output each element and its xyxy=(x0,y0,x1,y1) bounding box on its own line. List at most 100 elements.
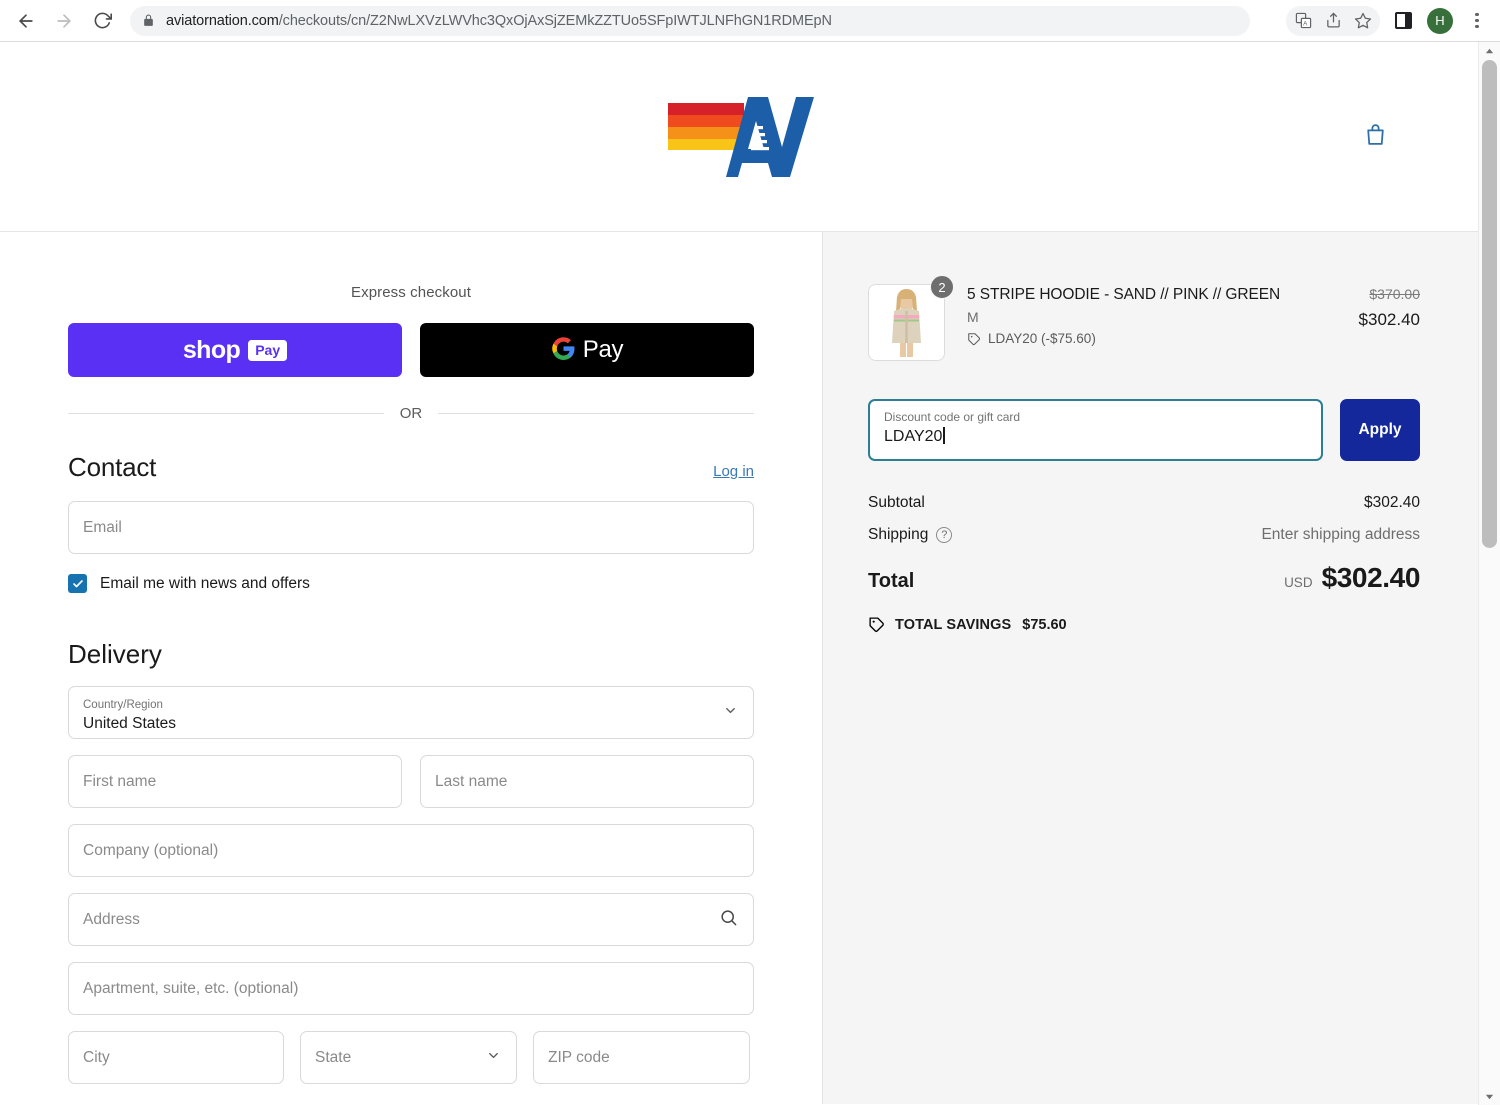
product-thumbnail-wrap: 2 xyxy=(868,275,954,361)
scroll-up-arrow-icon[interactable] xyxy=(1479,42,1500,60)
order-totals: Subtotal $302.40 Shipping ? Enter shippi… xyxy=(868,494,1420,633)
page-viewport: Express checkout shop Pay Pay OR Contact… xyxy=(0,42,1500,1105)
total-currency: USD xyxy=(1284,575,1313,590)
apartment-placeholder: Apartment, suite, etc. (optional) xyxy=(83,979,299,997)
shipping-row: Shipping ? Enter shipping address xyxy=(868,526,1420,544)
original-price: $370.00 xyxy=(1369,286,1420,302)
aviator-nation-logo[interactable] xyxy=(664,91,814,183)
browser-nav-buttons xyxy=(10,5,118,37)
or-label: OR xyxy=(399,405,423,422)
url-path: /checkouts/cn/Z2NwLXVzLWVhc3QxOjAxSjZEMk… xyxy=(278,12,832,29)
back-arrow-icon[interactable] xyxy=(10,5,42,37)
order-line-item: 2 5 STRIPE HOODIE - SAND // PINK // GREE… xyxy=(868,275,1420,361)
lock-icon xyxy=(142,14,155,27)
three-dot-menu-icon[interactable] xyxy=(1462,6,1492,36)
contact-header: Contact Log in xyxy=(68,452,754,483)
avatar[interactable]: H xyxy=(1427,7,1453,34)
address-bar[interactable]: aviatornation.com/checkouts/cn/Z2NwLXVzL… xyxy=(130,5,1250,36)
quantity-badge: 2 xyxy=(930,275,954,299)
reload-icon[interactable] xyxy=(86,5,118,37)
search-icon[interactable] xyxy=(719,908,738,932)
company-placeholder: Company (optional) xyxy=(83,841,219,859)
express-checkout-label: Express checkout xyxy=(351,284,471,301)
checkout-form-column: Express checkout shop Pay Pay OR Contact… xyxy=(0,232,822,1104)
order-summary-column: 2 5 STRIPE HOODIE - SAND // PINK // GREE… xyxy=(822,232,1478,1104)
city-state-zip-row: City State ZIP code xyxy=(68,1031,754,1084)
city-placeholder: City xyxy=(83,1048,110,1066)
url-text: aviatornation.com/checkouts/cn/Z2NwLXVzL… xyxy=(166,13,832,29)
address-placeholder: Address xyxy=(83,910,140,928)
city-cell: City xyxy=(68,1031,284,1084)
contact-title: Contact xyxy=(68,452,157,482)
newsletter-checkbox[interactable] xyxy=(68,574,87,593)
newsletter-checkbox-row[interactable]: Email me with news and offers xyxy=(68,574,754,593)
zip-code-placeholder: ZIP code xyxy=(548,1048,610,1066)
tag-icon xyxy=(967,332,981,346)
shipping-value: Enter shipping address xyxy=(1261,526,1420,543)
question-mark-icon[interactable]: ? xyxy=(936,527,953,543)
newsletter-label: Email me with news and offers xyxy=(100,574,310,592)
google-pay-button[interactable]: Pay xyxy=(420,323,754,377)
last-name-placeholder: Last name xyxy=(435,772,508,790)
country-region-select[interactable]: Country/Region United States xyxy=(68,686,754,739)
line-item-prices: $370.00 $302.40 xyxy=(1359,284,1420,330)
total-value: $302.40 xyxy=(1321,562,1421,593)
state-placeholder: State xyxy=(315,1048,352,1066)
chevron-down-icon xyxy=(723,703,738,723)
subtotal-row: Subtotal $302.40 xyxy=(868,494,1420,512)
checkout-layout: Express checkout shop Pay Pay OR Contact… xyxy=(0,232,1478,1104)
email-placeholder: Email xyxy=(83,518,122,536)
side-panel-icon[interactable] xyxy=(1388,6,1418,36)
page-scrollbar[interactable] xyxy=(1478,42,1500,1105)
omnibox-action-pill: A xyxy=(1286,5,1380,36)
divider-line-left xyxy=(68,413,384,414)
total-amount-wrap: USD $302.40 xyxy=(1284,562,1420,594)
first-name-field[interactable]: First name xyxy=(68,755,402,808)
city-field[interactable]: City xyxy=(68,1031,284,1084)
apply-discount-button[interactable]: Apply xyxy=(1340,399,1420,461)
browser-toolbar-actions: A H xyxy=(1286,0,1492,41)
shopping-bag-icon[interactable] xyxy=(1363,121,1388,153)
google-g-icon xyxy=(551,336,576,364)
state-select[interactable]: State xyxy=(300,1031,517,1084)
subtotal-value: $302.40 xyxy=(1363,494,1420,511)
shop-pay-button[interactable]: shop Pay xyxy=(68,323,402,377)
shop-pay-chip: Pay xyxy=(248,339,288,361)
last-name-field[interactable]: Last name xyxy=(420,755,754,808)
address-field[interactable]: Address xyxy=(68,893,754,946)
discount-code-placeholder: Discount code or gift card xyxy=(884,410,1021,424)
chevron-down-icon xyxy=(486,1048,501,1068)
name-row: First name Last name xyxy=(68,755,754,808)
share-icon[interactable] xyxy=(1318,6,1348,36)
scroll-down-arrow-icon[interactable] xyxy=(1479,1087,1500,1105)
site-header xyxy=(0,42,1478,232)
line-item-info: 5 STRIPE HOODIE - SAND // PINK // GREEN … xyxy=(967,284,1359,346)
total-savings-row: TOTAL SAVINGS $75.60 xyxy=(868,616,1420,633)
google-pay-word: Pay xyxy=(582,336,624,363)
discount-code-value: LDAY20 xyxy=(884,428,943,445)
or-divider: OR xyxy=(68,405,754,422)
login-link[interactable]: Log in xyxy=(713,463,754,480)
star-icon[interactable] xyxy=(1348,6,1378,36)
apartment-field[interactable]: Apartment, suite, etc. (optional) xyxy=(68,962,754,1015)
browser-toolbar: aviatornation.com/checkouts/cn/Z2NwLXVzL… xyxy=(0,0,1500,41)
total-row: Total USD $302.40 xyxy=(868,562,1420,594)
shipping-label-wrap: Shipping ? xyxy=(868,526,953,544)
divider-line-right xyxy=(438,413,754,414)
line-item-discount-text: LDAY20 (-$75.60) xyxy=(988,331,1096,346)
shop-pay-word: shop xyxy=(182,335,241,364)
text-caret xyxy=(943,427,945,444)
tag-icon xyxy=(868,616,885,633)
translate-icon[interactable]: A xyxy=(1288,6,1318,36)
express-checkout-buttons: shop Pay Pay xyxy=(68,323,754,377)
discount-code-input[interactable]: Discount code or gift card LDAY20 xyxy=(868,399,1323,461)
email-field[interactable]: Email xyxy=(68,501,754,554)
total-savings-value: $75.60 xyxy=(1022,616,1067,633)
country-region-value: United States xyxy=(83,714,177,732)
total-label: Total xyxy=(868,570,915,592)
scrollbar-thumb[interactable] xyxy=(1482,60,1497,548)
forward-arrow-icon[interactable] xyxy=(48,5,80,37)
company-field[interactable]: Company (optional) xyxy=(68,824,754,877)
subtotal-label: Subtotal xyxy=(868,494,925,511)
zip-code-field[interactable]: ZIP code xyxy=(533,1031,750,1084)
